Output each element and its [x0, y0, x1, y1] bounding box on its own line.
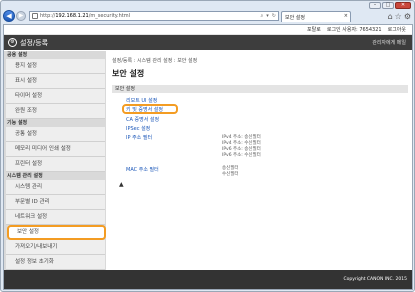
- login-info: 로그인 사용자: 7654321: [326, 27, 382, 33]
- dropdown-icon[interactable]: ▾: [266, 13, 269, 19]
- user-label: 포탈로: [307, 27, 321, 33]
- sidebar-item-timer[interactable]: 타이머 설정: [6, 89, 105, 104]
- page-title: 보안 설정: [112, 69, 145, 78]
- browser-tab[interactable]: 보안 설정 ×: [281, 10, 351, 22]
- section-label: 보안 설정: [112, 85, 408, 93]
- search-icon[interactable]: ⌕: [260, 13, 263, 19]
- sidebar-item-reset[interactable]: 설정 정보 초기화: [6, 255, 105, 270]
- sidebar-item-printer[interactable]: 프린터 설정: [6, 157, 105, 172]
- ipsec-link[interactable]: IPSec 설정: [126, 125, 150, 132]
- sidebar-section-label: 공용 설정: [7, 52, 28, 58]
- mac-filter-status-line: 수신필터: [222, 172, 239, 177]
- main-content: 설정/등록 : 시스템 관리 설정 : 보안 설정 보안 설정 보안 설정 리모…: [112, 51, 410, 270]
- sidebar-item-security[interactable]: 보안 설정: [7, 225, 106, 240]
- home-icon[interactable]: ⌂: [388, 12, 393, 21]
- sidebar-item-import-export[interactable]: 가져오기/내보내기: [6, 240, 105, 255]
- sidebar-item-adjust[interactable]: 완원 조정: [6, 104, 105, 119]
- tab-title: 보안 설정: [285, 14, 305, 21]
- browser-window: – □ ✕ ◀ ▶ http://192.168.1.21/m_security…: [0, 0, 415, 292]
- sidebar-item-common[interactable]: 공통 설정: [6, 127, 105, 142]
- mail-admin-link[interactable]: 관리자에게 메일: [372, 39, 406, 46]
- logout-link[interactable]: 로그아웃: [388, 26, 406, 33]
- minimize-button[interactable]: –: [369, 2, 381, 9]
- sidebar-item-network[interactable]: 네트워크 설정: [6, 210, 105, 225]
- breadcrumb: 설정/등록 : 시스템 관리 설정 : 보안 설정: [112, 58, 198, 64]
- sidebar-item-system[interactable]: 시스템 관리: [6, 180, 105, 195]
- settings-links: 리모트 UI 설정 키 및 증명서 설정 CA 증명서 설정 IPSec 설정 …: [112, 93, 410, 193]
- page-viewport: 포탈로 로그인 사용자: 7654321 로그아웃 ⚙ 설정/등록 관리자에게 …: [3, 24, 413, 290]
- page-header-title: 설정/등록: [20, 38, 49, 47]
- user-bar: 포탈로 로그인 사용자: 7654321 로그아웃: [4, 25, 412, 35]
- close-window-button[interactable]: ✕: [395, 2, 411, 9]
- browser-icons: ⌂ ☆ ⚙: [388, 12, 413, 21]
- sidebar-section-label: 시스템 관리 설정: [7, 173, 43, 179]
- address-tools: ⌕ ▾ ↻: [260, 13, 278, 19]
- forward-icon[interactable]: ▶: [16, 11, 26, 21]
- copyright: Copyright CANON INC. 2015: [343, 277, 408, 282]
- settings-logo-icon: ⚙: [8, 38, 17, 47]
- address-bar[interactable]: http://192.168.1.21/m_security.html ⌕ ▾ …: [29, 11, 279, 21]
- sidebar-item-display[interactable]: 표시 설정: [6, 74, 105, 89]
- sidebar-section-label: 기능 설정: [7, 120, 28, 126]
- page-header: ⚙ 설정/등록 관리자에게 메일: [4, 35, 412, 50]
- url-path: /m_security.html: [88, 13, 131, 19]
- remote-ui-link[interactable]: 리모트 UI 설정: [126, 97, 157, 104]
- ip-filter-status-line: IPv6 주소: 수신필터: [222, 153, 261, 158]
- mac-filter-link[interactable]: MAC 주소 필터: [126, 166, 159, 173]
- page-icon: [32, 13, 38, 19]
- ip-filter-status: IPv4 주소: 송신필터 IPv4 주소: 수신필터 IPv6 주소: 송신필…: [222, 135, 261, 159]
- sidebar-item-dept-id[interactable]: 부문별 ID 관리: [6, 195, 105, 210]
- star-icon[interactable]: ☆: [395, 12, 402, 21]
- url-prefix: http://: [40, 13, 56, 19]
- sidebar-item-memory-print[interactable]: 메모리 미디어 인쇄 설정: [6, 142, 105, 157]
- window-controls: – □ ✕: [369, 2, 411, 9]
- sidebar-item-paper[interactable]: 용지 설정: [6, 59, 105, 74]
- key-cert-link[interactable]: 키 및 증명서 설정: [126, 106, 163, 113]
- refresh-icon[interactable]: ↻: [272, 13, 276, 19]
- ip-filter-link[interactable]: IP 주소 필터: [126, 134, 152, 141]
- footer: Copyright CANON INC. 2015: [4, 270, 412, 289]
- back-to-top-icon[interactable]: ▲: [119, 181, 124, 188]
- ca-cert-link[interactable]: CA 증명서 설정: [126, 116, 159, 123]
- mac-filter-status: 송신필터 수신필터: [222, 166, 239, 178]
- back-icon[interactable]: ◀: [3, 10, 15, 22]
- browser-toolbar: ◀ ▶ http://192.168.1.21/m_security.html …: [3, 9, 413, 23]
- sidebar: 공용 설정 용지 설정 표시 설정 타이머 설정 완원 조정 기능 설정 공통 …: [4, 51, 106, 270]
- url-host: 192.168.1.21: [55, 13, 89, 19]
- maximize-button[interactable]: □: [382, 2, 394, 9]
- close-tab-icon[interactable]: ×: [344, 13, 348, 19]
- gear-icon[interactable]: ⚙: [404, 12, 411, 21]
